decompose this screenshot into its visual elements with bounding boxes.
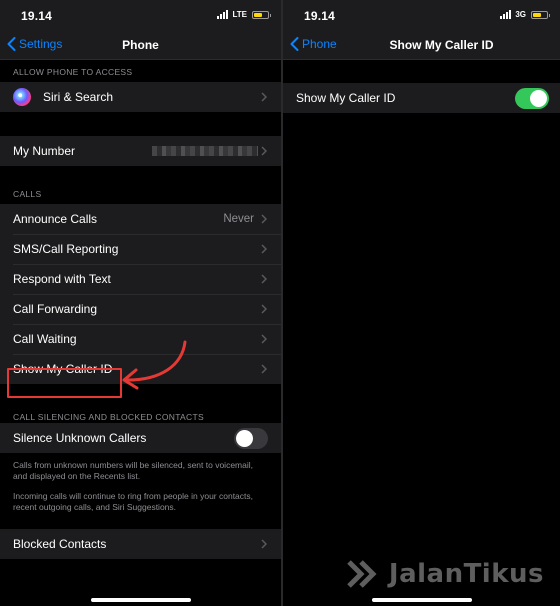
show-my-caller-id-toggle[interactable] (515, 88, 549, 109)
my-number-row[interactable]: My Number (0, 136, 281, 166)
status-time: 19.14 (21, 9, 53, 23)
siri-icon (13, 88, 31, 106)
status-time: 19.14 (304, 9, 336, 23)
chevron-right-icon (261, 244, 267, 254)
home-indicator (90, 598, 191, 602)
battery-icon (252, 10, 271, 19)
navigation-bar: Phone Show My Caller ID (283, 30, 560, 60)
call-waiting-label: Call Waiting (13, 332, 77, 346)
chevron-right-icon (261, 364, 267, 374)
show-my-caller-id-row[interactable]: Show My Caller ID (0, 354, 281, 384)
navigation-bar: Settings Phone (0, 30, 281, 60)
siri-search-label: Siri & Search (43, 90, 114, 104)
toggle-knob (236, 430, 253, 447)
sms-call-reporting-label: SMS/Call Reporting (13, 242, 119, 256)
chevron-right-icon (261, 334, 267, 344)
announce-calls-row[interactable]: Announce Calls Never (0, 204, 281, 234)
chevron-right-icon (261, 214, 267, 224)
network-type: 3G (515, 10, 526, 19)
chevron-right-icon (261, 274, 267, 284)
silence-footnote-1: Calls from unknown numbers will be silen… (13, 460, 253, 481)
home-indicator (371, 598, 472, 602)
announce-calls-value: Never (223, 213, 254, 225)
blocked-contacts-label: Blocked Contacts (13, 537, 107, 551)
cellular-signal-icon (500, 10, 512, 19)
call-forwarding-row[interactable]: Call Forwarding (0, 294, 281, 324)
status-bar: 19.14 LTE (0, 0, 281, 30)
show-my-caller-id-setting-label: Show My Caller ID (296, 91, 396, 105)
silence-footnote-2: Incoming calls will continue to ring fro… (13, 491, 254, 512)
silence-unknown-callers-toggle[interactable] (234, 428, 268, 449)
section-header-call-silencing: CALL SILENCING AND BLOCKED CONTACTS (13, 412, 204, 422)
status-indicators: 3G (500, 10, 550, 19)
call-waiting-row[interactable]: Call Waiting (0, 324, 281, 354)
watermark: JalanTikus (345, 556, 544, 592)
siri-search-row[interactable]: Siri & Search (0, 82, 281, 112)
battery-icon (531, 10, 550, 19)
call-forwarding-label: Call Forwarding (13, 302, 98, 316)
chevron-right-icon (261, 92, 267, 102)
announce-calls-label: Announce Calls (13, 212, 98, 226)
page-title: Phone (122, 38, 159, 52)
chevron-right-icon (261, 146, 267, 156)
section-header-calls: CALLS (13, 189, 42, 199)
chevron-left-icon (290, 37, 299, 51)
section-header-access: ALLOW PHONE TO ACCESS (13, 67, 133, 77)
network-type: LTE (232, 10, 247, 19)
show-my-caller-id-label: Show My Caller ID (13, 362, 113, 376)
watermark-text: JalanTikus (388, 559, 544, 589)
calls-group: Announce Calls Never SMS/Call Reporting … (0, 204, 281, 384)
phone-settings-screen: 19.14 LTE Settings Phone ALLOW PHONE TO … (0, 0, 281, 606)
chevron-right-icon (261, 304, 267, 314)
toggle-knob (530, 90, 547, 107)
respond-with-text-row[interactable]: Respond with Text (0, 264, 281, 294)
status-indicators: LTE (217, 10, 271, 19)
obscured-phone-number (152, 146, 258, 156)
cellular-signal-icon (217, 10, 229, 19)
my-number-label: My Number (13, 144, 76, 158)
sms-call-reporting-row[interactable]: SMS/Call Reporting (0, 234, 281, 264)
silence-unknown-callers-label: Silence Unknown Callers (13, 431, 147, 445)
jalantikus-logo-icon (347, 560, 377, 588)
page-title: Show My Caller ID (389, 38, 494, 52)
respond-with-text-label: Respond with Text (13, 272, 111, 286)
show-my-caller-id-screen: 19.14 3G Phone Show My Caller ID Show My… (283, 0, 560, 606)
blocked-contacts-row[interactable]: Blocked Contacts (0, 529, 281, 559)
silence-unknown-callers-row: Silence Unknown Callers (0, 423, 281, 453)
show-my-caller-id-setting-row: Show My Caller ID (283, 83, 560, 113)
chevron-right-icon (261, 539, 267, 549)
status-bar: 19.14 3G (283, 0, 560, 30)
